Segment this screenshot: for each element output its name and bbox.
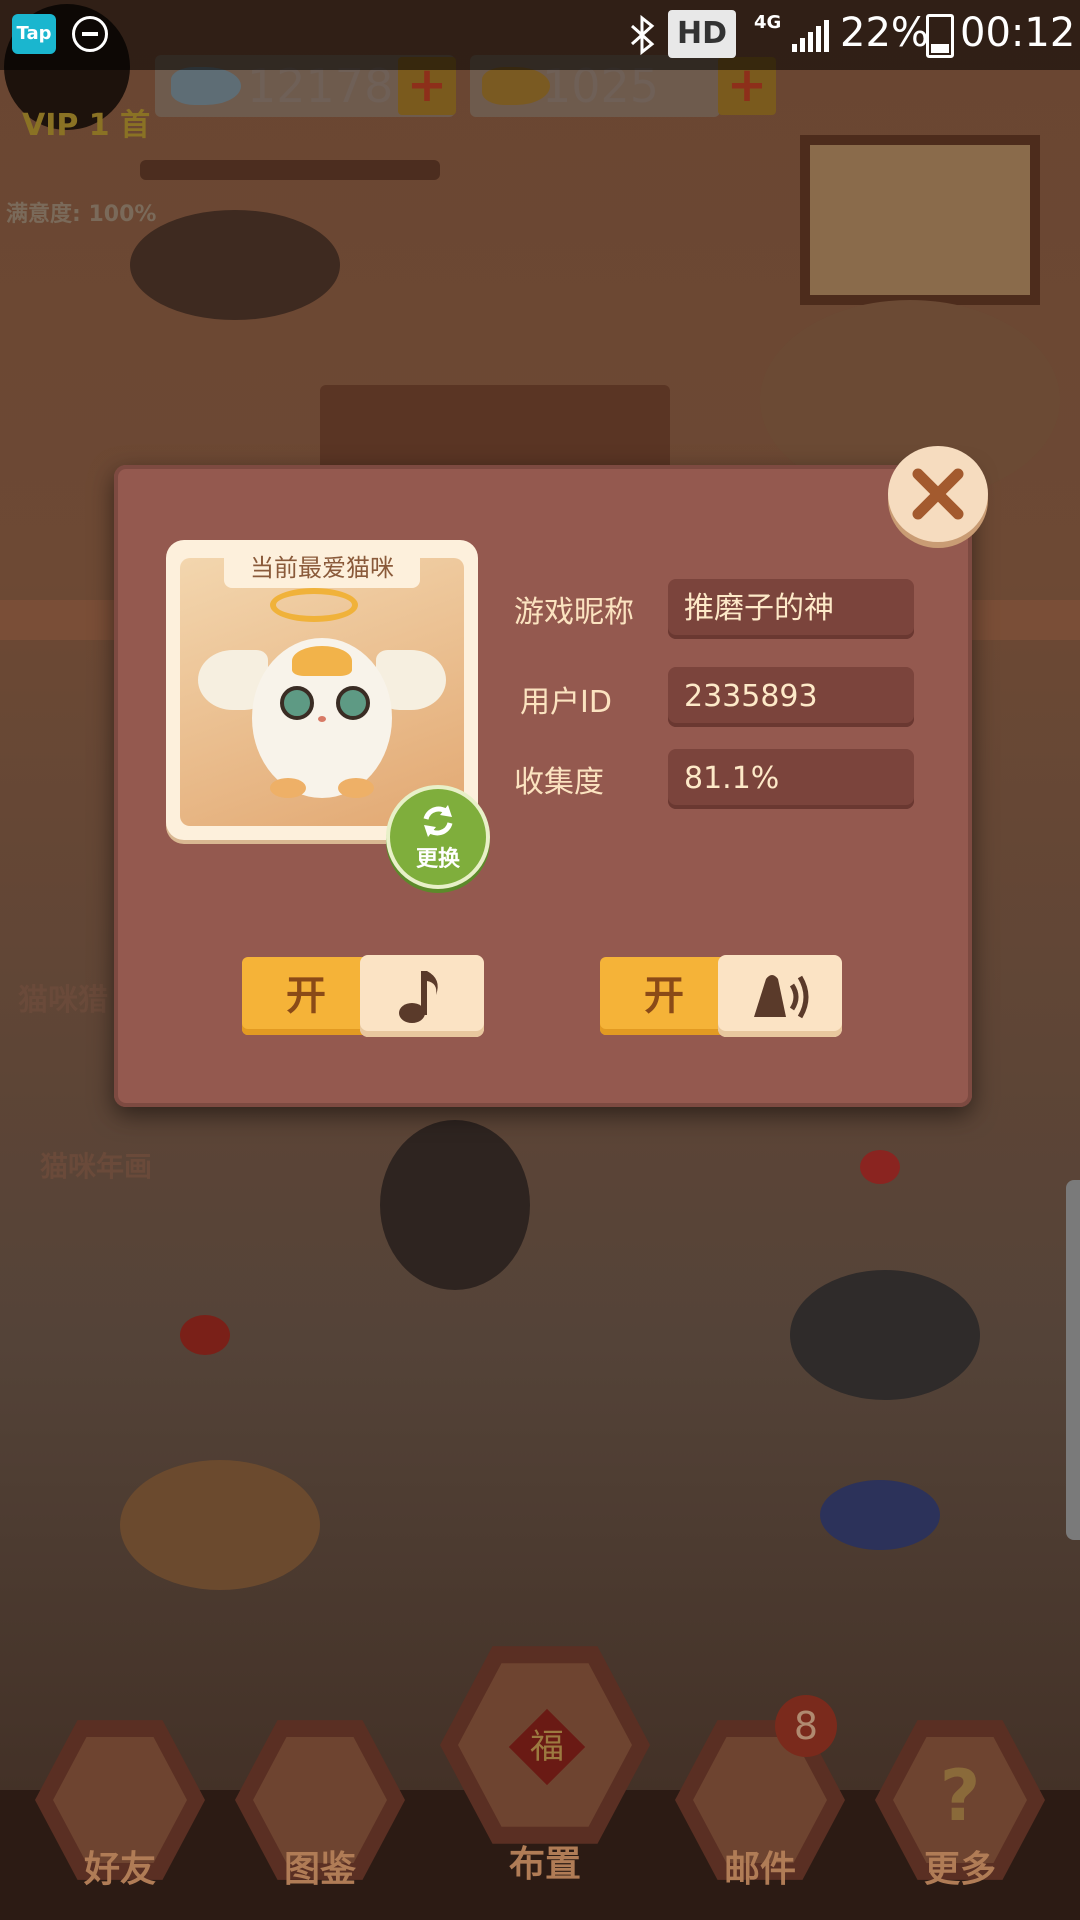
sound-toggle-state: 开 [600,957,728,1035]
satisfaction-text: 满意度: 100% [6,202,157,227]
nav-more-label: 更多 [923,1849,996,1890]
status-bar: Tap HD 4G 22% 00:12 [0,0,1080,70]
fish-icon [171,67,241,105]
music-toggle[interactable]: 开 [242,955,484,1037]
mail-badge: 8 [775,1695,837,1757]
sound-toggle-knob [718,955,842,1037]
signal-icon [792,20,829,52]
refresh-icon [423,805,453,837]
nav-friends[interactable]: 好友 [35,1715,205,1890]
close-icon [912,468,964,520]
battery-percent: 22% [840,10,929,56]
side-menu-cat-hunt[interactable]: 猫咪猎 [18,975,108,1019]
nickname-value: 推磨子的神 [668,579,914,639]
bluetooth-icon [630,14,655,56]
clock: 00:12 [960,10,1076,56]
black-cat-sleeping [130,210,340,320]
change-button-label: 更换 [415,847,460,872]
nav-collection[interactable]: 图鉴 [235,1715,405,1890]
speaker-icon [754,975,809,1019]
sound-toggle[interactable]: 开 [600,955,842,1037]
nickname-label: 游戏昵称 [514,595,634,630]
nav-more[interactable]: ? 更多 [875,1715,1045,1890]
heart-decoration-2 [180,1315,230,1355]
food-bowl [820,1480,940,1550]
nav-mail[interactable]: 8 邮件 [675,1695,845,1890]
wall-picture [800,135,1040,305]
music-toggle-state: 开 [242,957,370,1035]
nav-friends-label: 好友 [83,1849,156,1890]
close-dialog-button[interactable] [888,446,988,542]
favorite-card-title: 当前最爱猫咪 [224,548,420,588]
angel-cat [252,638,392,798]
side-menu-new-year-painting[interactable]: 猫咪年画 [40,1145,152,1185]
desk [320,385,670,475]
user-id-value: 2335893 [668,667,914,727]
halo-decoration [270,588,358,622]
profile-dialog: 当前最爱猫咪 更换 游戏昵称 推磨子的神 用户ID 2335893 收集度 81… [114,465,972,1107]
favorite-cat-portrait [180,558,464,826]
collection-label: 收集度 [514,765,604,800]
hd-badge: HD [668,10,736,58]
nav-decorate[interactable]: 福 布置 [440,1640,650,1885]
tap-app-icon: Tap [12,14,56,54]
music-note-icon [399,971,438,1023]
side-drawer-handle[interactable] [1066,1180,1080,1540]
change-cat-button[interactable]: 更换 [386,785,490,889]
battery-icon [926,14,954,58]
nav-collection-label: 图鉴 [283,1849,356,1890]
rooster-decoration [120,1460,320,1590]
network-type: 4G [754,12,782,33]
heart-decoration [860,1150,900,1184]
black-cat-standing [380,1120,530,1290]
question-icon: ? [939,1755,981,1837]
wall-shelf [140,160,440,180]
music-toggle-knob [360,955,484,1037]
user-id-label: 用户ID [520,685,612,720]
collection-value: 81.1% [668,749,914,809]
grey-cat [790,1270,980,1400]
dnd-icon [72,16,108,52]
nav-decorate-label: 布置 [508,1844,581,1885]
nav-mail-label: 邮件 [723,1849,796,1890]
vip-level[interactable]: VIP 1 首 [22,100,150,144]
gold-fish-icon [482,67,550,105]
